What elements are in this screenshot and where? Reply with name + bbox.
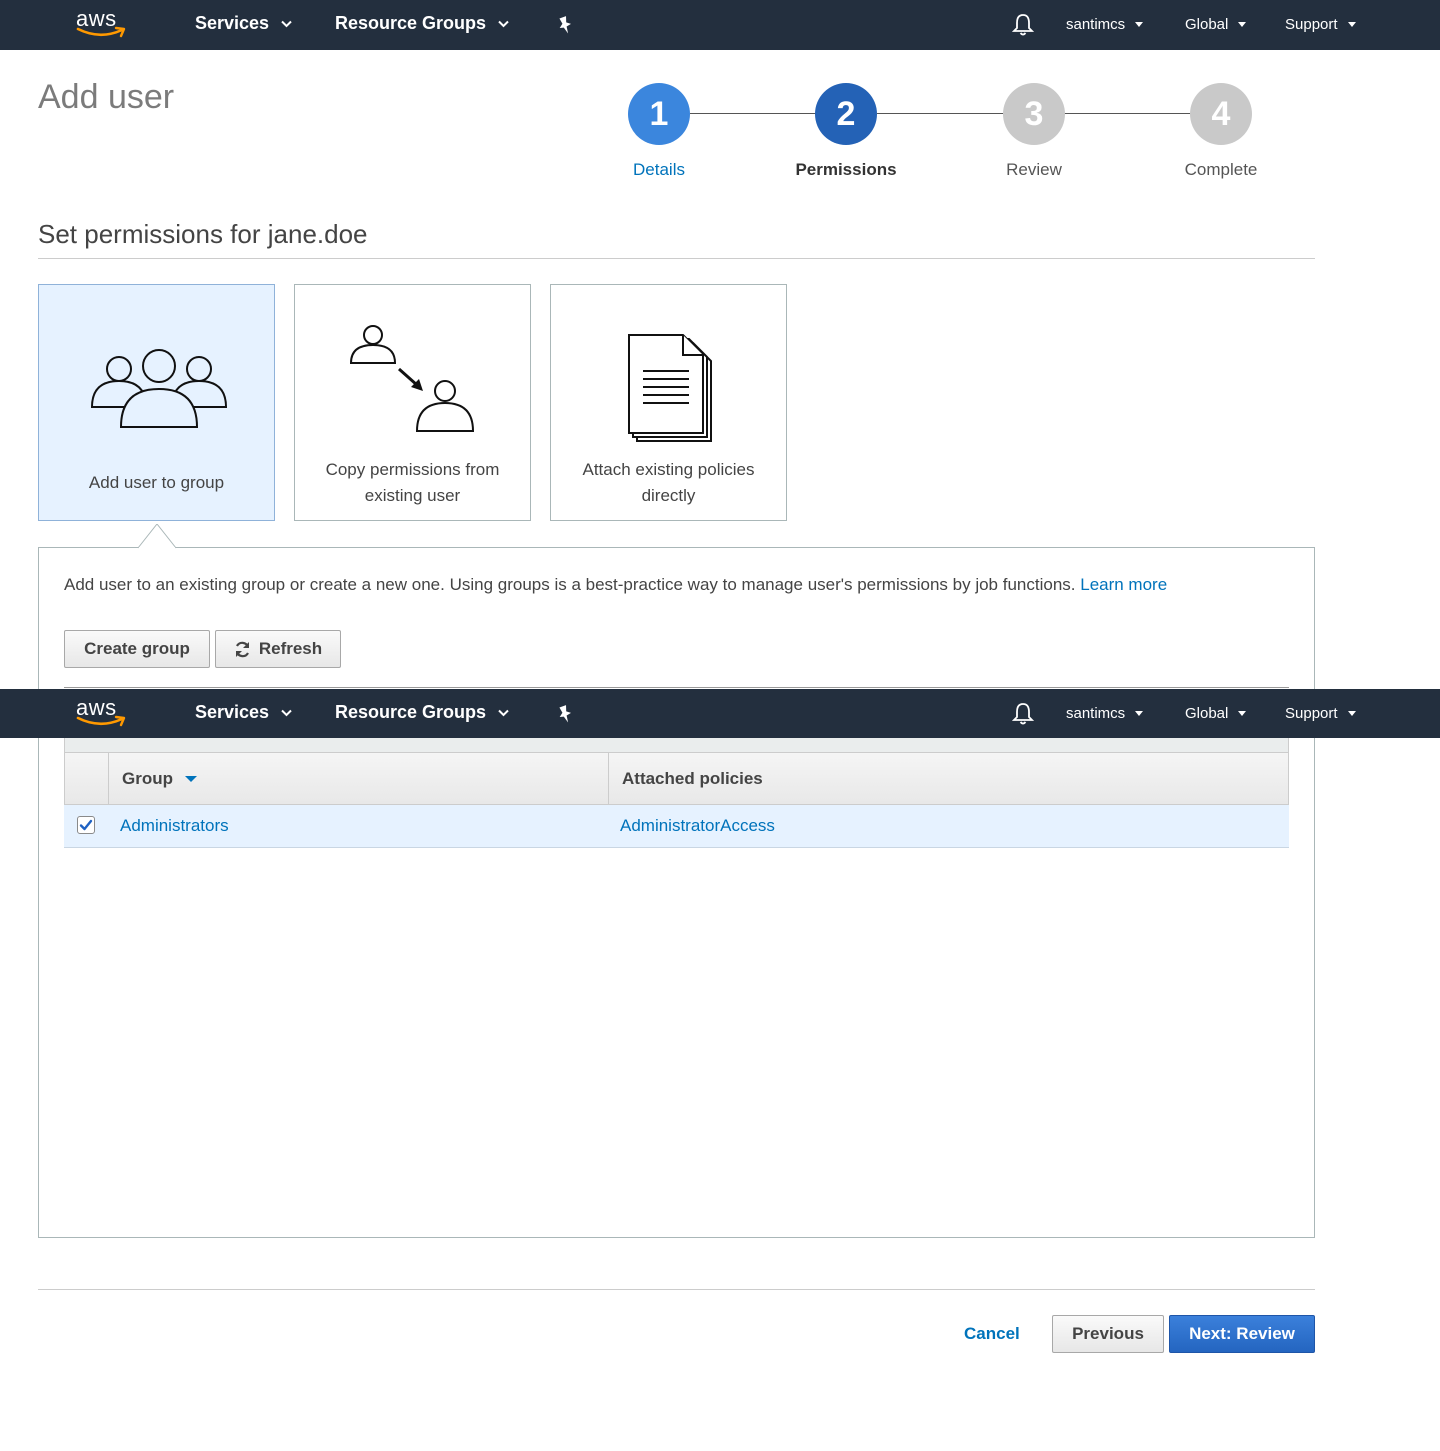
column-divider xyxy=(108,753,109,804)
copy-permissions-icon xyxy=(349,325,475,432)
services-label: Services xyxy=(195,13,270,33)
support-label: Support xyxy=(1285,705,1338,722)
region-menu[interactable]: Global xyxy=(1185,705,1247,722)
step-connector xyxy=(690,113,816,114)
refresh-button[interactable]: Refresh xyxy=(215,630,341,668)
chevron-down-icon xyxy=(281,709,292,716)
resource-groups-label: Resource Groups xyxy=(335,13,487,33)
step-3-label: Review xyxy=(1006,160,1062,179)
group-name-link[interactable]: Administrators xyxy=(120,805,229,847)
region-menu[interactable]: Global xyxy=(1185,16,1247,33)
resource-groups-label: Resource Groups xyxy=(335,702,487,722)
row-checkbox[interactable] xyxy=(77,816,95,834)
option-label-line1: Attach existing policies xyxy=(582,460,755,479)
step-2-circle: 2 xyxy=(815,83,877,145)
documents-icon xyxy=(628,334,712,442)
account-name: santimcs xyxy=(1066,705,1126,722)
previous-button[interactable]: Previous xyxy=(1052,1315,1164,1353)
option-attach-policies[interactable]: Attach existing policies directly xyxy=(550,284,787,521)
caret-down-icon xyxy=(1238,22,1247,27)
region-label: Global xyxy=(1185,16,1229,33)
section-divider xyxy=(38,258,1315,259)
sticky-top-nav-bar: aws Services Resource Groups santimcs Gl… xyxy=(0,689,1440,738)
resource-groups-menu[interactable]: Resource Groups xyxy=(335,702,509,723)
caret-down-icon xyxy=(1238,711,1247,716)
step-1-circle[interactable]: 1 xyxy=(628,83,690,145)
option-label-line1: Copy permissions from xyxy=(325,460,500,479)
sort-descending-icon xyxy=(185,775,197,782)
previous-label: Previous xyxy=(1072,1324,1144,1343)
next-review-button[interactable]: Next: Review xyxy=(1169,1315,1315,1353)
pin-icon[interactable] xyxy=(556,15,574,35)
description-text: Add user to an existing group or create … xyxy=(64,575,1076,594)
refresh-label: Refresh xyxy=(258,639,323,658)
footer-divider xyxy=(38,1289,1315,1290)
bell-icon[interactable] xyxy=(1012,702,1034,726)
create-group-button[interactable]: Create group xyxy=(64,630,210,668)
option-add-user-to-group[interactable]: Add user to group xyxy=(38,284,275,521)
caret-down-icon xyxy=(1135,711,1144,716)
option-label-line2: existing user xyxy=(364,486,461,505)
table-row[interactable]: Administrators AdministratorAccess xyxy=(64,805,1289,848)
aws-logo[interactable]: aws xyxy=(76,695,128,731)
chevron-down-icon xyxy=(498,20,509,27)
bell-icon[interactable] xyxy=(1012,13,1034,37)
caret-down-icon xyxy=(1135,22,1144,27)
panel-pointer xyxy=(138,524,176,549)
services-menu[interactable]: Services xyxy=(195,702,292,723)
attached-policy-link[interactable]: AdministratorAccess xyxy=(620,805,775,847)
aws-logo[interactable]: aws xyxy=(76,6,128,42)
panel-description: Add user to an existing group or create … xyxy=(64,575,1167,595)
region-label: Global xyxy=(1185,705,1229,722)
support-menu[interactable]: Support xyxy=(1285,705,1356,722)
step-3-circle: 3 xyxy=(1003,83,1065,145)
option-label-line2: directly xyxy=(641,486,696,505)
table-toolbar-band xyxy=(64,738,1289,752)
support-label: Support xyxy=(1285,16,1338,33)
resource-groups-menu[interactable]: Resource Groups xyxy=(335,13,509,34)
table-header-row: Group Attached policies xyxy=(64,752,1289,805)
account-menu[interactable]: santimcs xyxy=(1066,16,1144,33)
option-label: Attach existing policies directly xyxy=(561,457,776,509)
step-connector xyxy=(1064,113,1190,114)
step-4-circle: 4 xyxy=(1190,83,1252,145)
next-review-label: Next: Review xyxy=(1189,1324,1295,1343)
column-header-group[interactable]: Group xyxy=(122,753,197,804)
top-nav-bar: aws Services Resource Groups santimcs Gl… xyxy=(0,0,1440,50)
step-1-label[interactable]: Details xyxy=(579,160,739,180)
column-header-label: Group xyxy=(122,768,173,788)
aws-smile-icon xyxy=(76,26,126,38)
option-copy-permissions[interactable]: Copy permissions from existing user xyxy=(294,284,531,521)
option-label: Copy permissions from existing user xyxy=(305,457,520,509)
learn-more-link[interactable]: Learn more xyxy=(1080,575,1167,594)
step-4-label: Complete xyxy=(1184,160,1258,179)
refresh-icon xyxy=(235,641,249,657)
support-menu[interactable]: Support xyxy=(1285,16,1356,33)
section-title: Set permissions for jane.doe xyxy=(38,219,368,249)
page-title: Add user xyxy=(38,78,175,116)
column-header-label: Attached policies xyxy=(622,768,763,788)
chevron-down-icon xyxy=(281,20,292,27)
aws-smile-icon xyxy=(76,715,126,727)
step-connector xyxy=(877,113,1003,114)
user-group-icon xyxy=(90,349,228,428)
column-header-attached-policies[interactable]: Attached policies xyxy=(622,753,763,804)
column-divider xyxy=(608,753,609,804)
table-top-divider xyxy=(64,687,1289,688)
services-menu[interactable]: Services xyxy=(195,13,292,34)
create-group-label: Create group xyxy=(84,639,190,658)
cancel-button[interactable]: Cancel xyxy=(964,1315,1020,1353)
caret-down-icon xyxy=(1347,22,1356,27)
services-label: Services xyxy=(195,702,270,722)
step-2-label: Permissions xyxy=(795,160,897,179)
pin-icon[interactable] xyxy=(556,704,574,724)
account-name: santimcs xyxy=(1066,16,1126,33)
option-label: Add user to group xyxy=(88,473,225,492)
chevron-down-icon xyxy=(498,709,509,716)
caret-down-icon xyxy=(1347,711,1356,716)
checkmark-icon xyxy=(79,819,93,831)
account-menu[interactable]: santimcs xyxy=(1066,705,1144,722)
